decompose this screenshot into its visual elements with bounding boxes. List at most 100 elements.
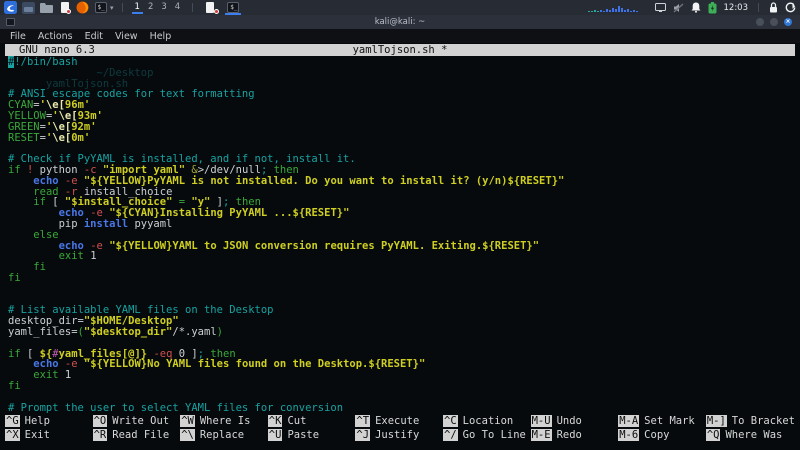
shortcut-label: Help: [25, 415, 50, 427]
shortcut-label: Undo: [557, 415, 582, 427]
shortcut-paste: ^U Paste: [268, 428, 356, 442]
shortcut-key: ^W: [180, 415, 195, 427]
volume-muted-icon[interactable]: [673, 3, 684, 13]
terminal-viewport[interactable]: GNU nano 6.3 yamlTojson.sh * #!/bin/bash…: [0, 43, 800, 450]
shortcut-to-bracket: M-]To Bracket: [706, 414, 795, 428]
panel-separator: [192, 3, 193, 12]
code-line: fi: [8, 381, 792, 392]
menu-view[interactable]: View: [109, 31, 144, 42]
panel-separator: [758, 3, 759, 12]
shortcut-label: Where Is: [200, 415, 251, 427]
shortcut-column: M-ASet MarkM-6Copy: [618, 414, 706, 442]
nano-titlebar: GNU nano 6.3 yamlTojson.sh *: [5, 44, 795, 56]
shortcut-where-is: ^W Where Is: [180, 414, 268, 428]
menu-actions[interactable]: Actions: [32, 31, 79, 42]
shortcut-label: Where Was: [725, 429, 782, 441]
shortcut-help: ^G Help: [5, 414, 93, 428]
code-line: RESET='\e[0m': [8, 133, 792, 144]
shortcut-key: ^Q: [706, 429, 721, 441]
shortcut-undo: M-U Undo: [531, 414, 619, 428]
clock[interactable]: 12:03: [724, 3, 749, 13]
power-icon[interactable]: [785, 2, 796, 13]
minimize-button[interactable]: [756, 18, 764, 26]
shortcut-key: ^K: [268, 415, 283, 427]
code-line: YELLOW='\e[93m': [8, 111, 792, 122]
shortcut-label: Copy: [644, 429, 669, 441]
code-line: [8, 284, 792, 295]
close-button[interactable]: ×: [784, 18, 792, 26]
shortcut-replace: ^\Replace: [180, 428, 268, 442]
shortcut-column: M-]To Bracket^Q Where Was: [706, 414, 795, 442]
terminal-menubar: FileActionsEditViewHelp: [0, 29, 800, 43]
shortcut-column: ^C Location^/Go To Line: [443, 414, 531, 442]
shortcut-execute: ^TExecute: [355, 414, 443, 428]
shortcut-label: Set Mark: [644, 415, 695, 427]
terminal-content[interactable]: #!/bin/bash ~/Desktop yamlTojson.sh# ANS…: [5, 56, 795, 414]
shortcut-label: To Bracket: [732, 415, 795, 427]
shortcut-key: M-U: [531, 415, 552, 427]
shortcut-write-out: ^OWrite Out: [93, 414, 181, 428]
terminal-glyph: $_: [95, 2, 107, 13]
shortcut-label: Exit: [25, 429, 50, 441]
code-line: yaml_files=("$desktop_dir"/*.yaml): [8, 327, 792, 338]
code-line: pip install pyyaml: [8, 219, 792, 230]
shortcut-go-to-line: ^/Go To Line: [443, 428, 531, 442]
shortcut-read-file: ^R Read File: [93, 428, 181, 442]
panel-separator: [122, 3, 123, 12]
workspace-switcher: 1234: [131, 1, 185, 14]
code-line: echo -e "${YELLOW}YAML to JSON conversio…: [8, 241, 792, 252]
shortcut-column: ^OWrite Out^R Read File: [93, 414, 181, 442]
shortcut-column: M-U UndoM-ERedo: [531, 414, 619, 442]
notifications-bell-icon[interactable]: [691, 2, 701, 13]
shortcut-key: ^T: [355, 415, 370, 427]
shortcut-key: ^C: [443, 415, 458, 427]
workspace-2[interactable]: 2: [144, 1, 157, 14]
firefox-icon[interactable]: [76, 1, 89, 14]
shortcut-key: ^R: [93, 429, 108, 441]
taskbar-window-text-editor[interactable]: [201, 1, 219, 14]
text-editor-icon[interactable]: [58, 1, 71, 14]
panel-launchers: $_ ▾ 1234 $_: [4, 0, 242, 15]
chevron-down-icon[interactable]: ▾: [110, 4, 114, 12]
battery-icon[interactable]: [708, 2, 717, 14]
shortcut-key: M-E: [531, 429, 552, 441]
terminal-glyph: $_: [227, 2, 239, 13]
top-panel: $_ ▾ 1234 $_: [0, 0, 800, 15]
shortcut-redo: M-ERedo: [531, 428, 619, 442]
menu-help[interactable]: Help: [144, 31, 178, 42]
file-manager-icon[interactable]: [22, 1, 35, 14]
code-line: echo -e "${YELLOW}No YAML files found on…: [8, 359, 792, 370]
taskbar-window-terminal[interactable]: $_: [224, 1, 242, 14]
shortcut-column: ^G Help^XExit: [5, 414, 93, 442]
shortcut-column: ^TExecute^JJustify: [355, 414, 443, 442]
shortcut-label: Write Out: [112, 415, 169, 427]
workspace-3[interactable]: 3: [157, 1, 170, 14]
window-titlebar[interactable]: kali@kali: ~ ×: [0, 15, 800, 29]
nano-shortcut-bar: ^G Help^XExit^OWrite Out^R Read File ^W Wher…: [5, 414, 795, 442]
shortcut-label: Read File: [112, 429, 169, 441]
window-controls: ×: [756, 18, 800, 26]
maximize-button[interactable]: [770, 18, 778, 26]
workspace-1[interactable]: 1: [131, 1, 144, 14]
display-icon[interactable]: [655, 3, 666, 12]
terminal-icon[interactable]: $_: [94, 1, 107, 14]
shortcut-key: ^U: [268, 429, 283, 441]
shortcut-copy: M-6 Copy: [618, 428, 706, 442]
unsaved-badge: [66, 9, 71, 14]
workspace-4[interactable]: 4: [171, 1, 184, 14]
kali-menu-icon[interactable]: [4, 1, 17, 14]
code-line: CYAN='\e[96m': [8, 100, 792, 111]
menu-edit[interactable]: Edit: [79, 31, 109, 42]
shortcut-label: Location: [463, 415, 514, 427]
code-line: # ANSI escape codes for text formatting: [8, 89, 792, 100]
shortcut-key: ^G: [5, 415, 20, 427]
folder-icon[interactable]: [40, 1, 53, 14]
shortcut-label: Replace: [200, 429, 244, 441]
lock-icon[interactable]: [769, 2, 778, 13]
shortcut-exit: ^XExit: [5, 428, 93, 442]
menu-file[interactable]: File: [4, 31, 32, 42]
shortcut-key: M-6: [618, 429, 639, 441]
shortcut-label: Cut: [287, 415, 306, 427]
shortcut-label: Paste: [287, 429, 319, 441]
shortcut-column: ^W Where Is^\Replace: [180, 414, 268, 442]
